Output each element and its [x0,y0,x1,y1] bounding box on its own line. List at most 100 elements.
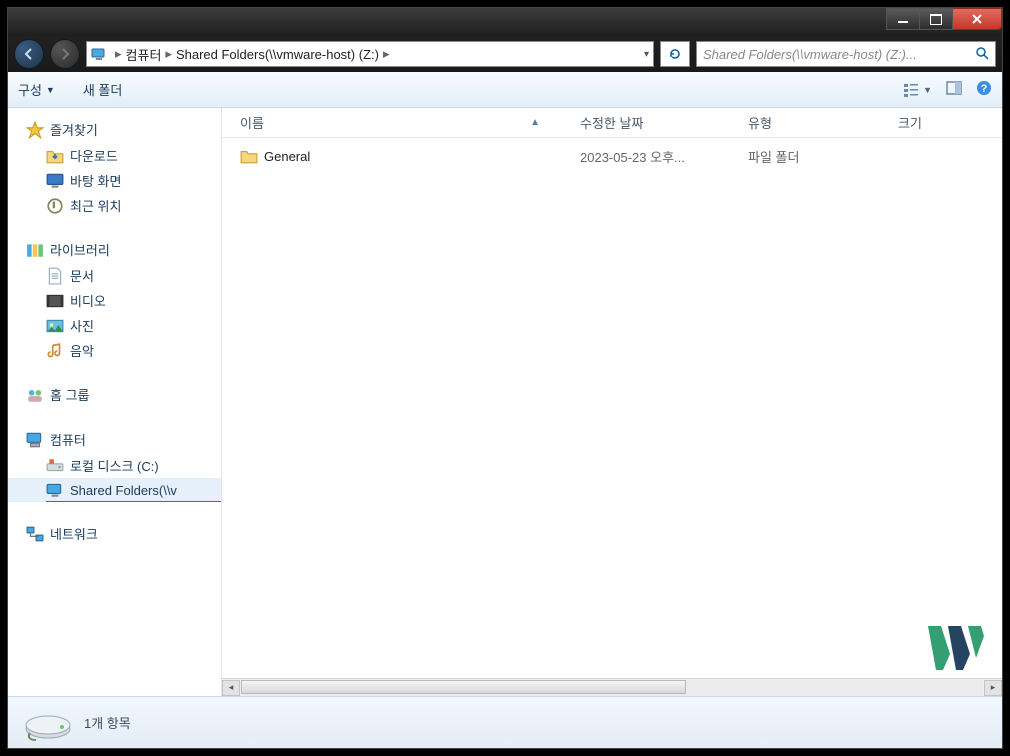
picture-icon [46,317,64,335]
sidebar-label: 홈 그룹 [50,385,90,404]
sidebar-group-libraries[interactable]: 라이브러리 [8,236,221,263]
back-button[interactable] [14,39,44,69]
column-type[interactable]: 유형 [748,113,898,132]
sidebar-item-shared-folders[interactable]: Shared Folders(\\v [8,478,221,502]
help-button[interactable]: ? [976,80,992,99]
libraries-icon [26,241,44,259]
scroll-left-button[interactable]: ◂ [222,680,240,696]
minimize-button[interactable] [886,8,920,30]
horizontal-scrollbar[interactable]: ◂ ▸ [222,678,1002,696]
breadcrumb-root[interactable]: 컴퓨터 [126,45,162,64]
sidebar-item-label: 바탕 화면 [70,171,121,190]
search-placeholder: Shared Folders(\\vmware-host) (Z:)... [703,47,917,62]
video-icon [46,292,64,310]
titlebar[interactable] [8,8,1002,36]
sidebar-item-label: 음악 [70,341,94,360]
toolbar: 구성 ▼ 새 폴더 ▼ ? [8,72,1002,108]
sidebar-item-pictures[interactable]: 사진 [8,313,221,338]
chevron-down-icon: ▼ [46,85,55,95]
breadcrumb-separator: ▸ [165,46,172,62]
folder-download-icon [46,147,64,165]
scroll-thumb[interactable] [241,680,686,694]
folder-icon [240,147,258,165]
explorer-body: 즐겨찾기 다운로드 바탕 화면 최근 위치 라이브러리 [8,108,1002,696]
star-icon [26,121,44,139]
disk-icon [46,457,64,475]
list-item[interactable]: General 2023-05-23 오후... 파일 폴더 [222,144,1002,168]
drive-network-icon [91,46,107,62]
file-name: General [264,149,310,164]
column-name[interactable]: 이름 ▲ [240,113,580,132]
sidebar-item-label: 최근 위치 [70,196,121,215]
sidebar-item-downloads[interactable]: 다운로드 [8,143,221,168]
file-list[interactable]: General 2023-05-23 오후... 파일 폴더 [222,138,1002,678]
sidebar-item-label: Shared Folders(\\v [70,483,177,498]
sidebar-group-homegroup[interactable]: 홈 그룹 [8,381,221,408]
svg-text:?: ? [981,83,988,95]
sidebar-label: 네트워크 [50,524,98,543]
file-type: 파일 폴더 [748,147,898,166]
annotation-underline [46,501,221,502]
sidebar-item-label: 로컬 디스크 (C:) [70,456,159,475]
column-headers[interactable]: 이름 ▲ 수정한 날짜 유형 크기 [222,108,1002,138]
sidebar-item-videos[interactable]: 비디오 [8,288,221,313]
new-folder-label: 새 폴더 [83,80,123,99]
forward-button[interactable] [50,39,80,69]
status-text: 1개 항목 [84,713,131,732]
sidebar-group-network[interactable]: 네트워크 [8,520,221,547]
address-bar: ▸ 컴퓨터 ▸ Shared Folders(\\vmware-host) (Z… [8,36,1002,72]
music-icon [46,342,64,360]
organize-menu[interactable]: 구성 ▼ [18,80,55,99]
sort-ascending-icon: ▲ [530,117,540,128]
window-controls [887,8,1002,30]
sidebar-label: 라이브러리 [50,240,110,259]
column-date[interactable]: 수정한 날짜 [580,113,748,132]
details-pane: 1개 항목 [8,696,1002,748]
column-label: 유형 [748,116,772,131]
sidebar-item-label: 다운로드 [70,146,118,165]
new-folder-button[interactable]: 새 폴더 [83,80,123,99]
file-date: 2023-05-23 오후... [580,147,748,166]
search-icon[interactable] [975,46,989,63]
sidebar-label: 즐겨찾기 [50,120,98,139]
recent-icon [46,197,64,215]
sidebar-group-computer[interactable]: 컴퓨터 [8,426,221,453]
breadcrumb[interactable]: ▸ 컴퓨터 ▸ Shared Folders(\\vmware-host) (Z… [86,41,654,67]
column-size[interactable]: 크기 [898,113,1002,132]
search-input[interactable]: Shared Folders(\\vmware-host) (Z:)... [696,41,996,67]
content-pane: 이름 ▲ 수정한 날짜 유형 크기 General 2023-05-23 오후.… [222,108,1002,696]
refresh-button[interactable] [660,41,690,67]
view-options-button[interactable]: ▼ [903,82,932,98]
sidebar-label: 컴퓨터 [50,430,86,449]
breadcrumb-location[interactable]: Shared Folders(\\vmware-host) (Z:) [176,47,379,62]
sidebar-item-music[interactable]: 음악 [8,338,221,363]
breadcrumb-dropdown-icon[interactable]: ▾ [644,49,649,60]
column-label: 크기 [898,116,922,131]
sidebar-item-local-disk-c[interactable]: 로컬 디스크 (C:) [8,453,221,478]
sidebar-item-documents[interactable]: 문서 [8,263,221,288]
document-icon [46,267,64,285]
chevron-down-icon: ▼ [923,85,932,95]
close-button[interactable] [952,8,1002,30]
preview-pane-button[interactable] [946,80,962,99]
computer-icon [26,431,44,449]
scroll-track[interactable] [241,680,983,696]
sidebar-item-label: 사진 [70,316,94,335]
column-label: 이름 [240,113,264,132]
navigation-pane[interactable]: 즐겨찾기 다운로드 바탕 화면 최근 위치 라이브러리 [8,108,222,696]
scroll-right-button[interactable]: ▸ [984,680,1002,696]
sidebar-group-favorites[interactable]: 즐겨찾기 [8,116,221,143]
sidebar-item-label: 문서 [70,266,94,285]
network-drive-icon [46,481,64,499]
drive-large-icon [24,705,72,741]
sidebar-item-label: 비디오 [70,291,106,310]
network-icon [26,525,44,543]
maximize-button[interactable] [919,8,953,30]
watermark-logo [928,626,984,670]
window: ▸ 컴퓨터 ▸ Shared Folders(\\vmware-host) (Z… [7,7,1003,749]
sidebar-item-desktop[interactable]: 바탕 화면 [8,168,221,193]
breadcrumb-separator: ▸ [383,46,390,62]
window-frame: ▸ 컴퓨터 ▸ Shared Folders(\\vmware-host) (Z… [0,0,1010,756]
sidebar-item-recent[interactable]: 최근 위치 [8,193,221,218]
column-label: 수정한 날짜 [580,116,643,131]
